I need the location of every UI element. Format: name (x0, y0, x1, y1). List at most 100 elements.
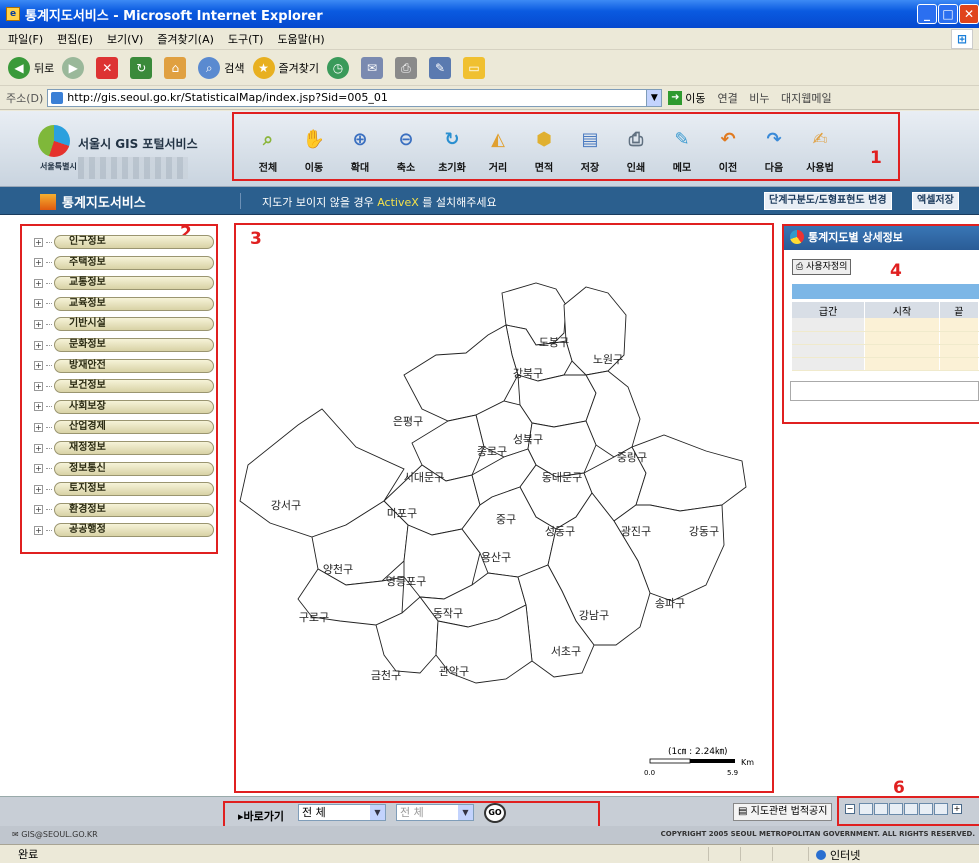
menu-tools[interactable]: 도구(T) (228, 31, 264, 47)
expand-icon[interactable]: + (34, 299, 43, 309)
expand-icon[interactable]: + (34, 443, 43, 453)
expand-icon[interactable]: + (34, 505, 43, 515)
category-label[interactable]: 공공행정 (54, 523, 214, 538)
category-item[interactable]: + 사회보장 (34, 399, 214, 414)
category-label[interactable]: 인구정보 (54, 235, 214, 249)
category-item[interactable]: + 교통정보 (34, 276, 214, 291)
zoom-bar: − + (845, 803, 966, 815)
expand-icon[interactable]: + (34, 237, 43, 247)
expand-icon[interactable]: + (34, 319, 43, 329)
menu-help[interactable]: 도움말(H) (277, 31, 324, 47)
category-label[interactable]: 정보통신 (54, 461, 214, 476)
address-dropdown-button[interactable]: ▼ (646, 88, 663, 107)
subregion-select[interactable]: 전 체 ▼ (396, 804, 474, 821)
forward-button[interactable]: ▶ (62, 56, 88, 79)
category-label[interactable]: 교통정보 (54, 276, 214, 291)
category-item[interactable]: + 방재안전 (34, 358, 214, 373)
legal-notice-button[interactable]: ▤ 지도관련 법적공지 (733, 803, 833, 821)
zoom-level-5[interactable] (919, 803, 933, 815)
close-button[interactable]: ✕ (959, 4, 979, 24)
category-item[interactable]: + 산업경제 (34, 420, 214, 435)
excel-save-button[interactable]: 엑셀저장 (912, 192, 959, 210)
zoom-level-3[interactable] (889, 803, 903, 815)
go-nav-button[interactable]: GO (484, 803, 506, 823)
edit-button[interactable]: ✎ (428, 56, 455, 79)
expand-icon[interactable]: + (34, 278, 43, 288)
seoul-map[interactable]: 도봉구노원구강북구은평구성북구종로구 중랑구서대문구 동대문구강서구마포구 중구성동구… (236, 225, 772, 791)
category-item[interactable]: + 토지정보 (34, 482, 214, 497)
expand-icon[interactable]: + (34, 484, 43, 494)
category-item[interactable]: + 주택정보 (34, 255, 214, 270)
footer-email[interactable]: ✉ GIS@SEOUL.GO.KR (12, 830, 98, 839)
expand-icon[interactable]: + (34, 258, 43, 268)
category-item[interactable]: + 보건정보 (34, 379, 214, 394)
refresh-button[interactable]: ↻ (130, 56, 156, 79)
legend-change-button[interactable]: 단계구분도/도형표현도 변경 (764, 192, 892, 210)
category-item[interactable]: + 공공행정 (34, 523, 214, 538)
region-select[interactable]: 전 체 ▼ (298, 804, 386, 821)
zoom-level-4[interactable] (904, 803, 918, 815)
minimize-button[interactable]: _ (917, 4, 937, 24)
favorites-label: 즐겨찾기 (278, 61, 319, 75)
search-button[interactable]: ⌕ 검색 (198, 56, 245, 79)
category-label[interactable]: 문화정보 (54, 338, 214, 352)
category-label[interactable]: 사회보장 (54, 399, 214, 414)
notice-activex[interactable]: ActiveX (377, 196, 419, 209)
category-label[interactable]: 보건정보 (54, 379, 214, 394)
menu-edit[interactable]: 편집(E) (57, 31, 93, 47)
expand-icon[interactable]: + (34, 464, 43, 474)
scale-max: 5.9 (727, 769, 738, 777)
menu-view[interactable]: 보기(V) (107, 31, 143, 47)
back-button[interactable]: ◀ 뒤로 (8, 56, 54, 79)
link-binu[interactable]: 비누 (749, 92, 769, 105)
category-label[interactable]: 주택정보 (54, 255, 214, 270)
category-label[interactable]: 기반시설 (54, 317, 214, 332)
category-item[interactable]: + 인구정보 (34, 235, 214, 249)
status-divider (808, 847, 809, 861)
messenger-button[interactable]: ▭ (462, 56, 489, 79)
menu-favorites[interactable]: 즐겨찾기(A) (157, 31, 214, 47)
category-item[interactable]: + 정보통신 (34, 461, 214, 476)
zoom-level-6[interactable] (934, 803, 948, 815)
window-title: 통계지도서비스 - Microsoft Internet Explorer (25, 8, 323, 24)
annotation-number-1: 1 (870, 148, 882, 168)
zoom-in-button[interactable]: + (952, 804, 962, 814)
stop-button[interactable]: ✕ (96, 56, 122, 79)
mail-button[interactable]: ✉ (360, 56, 387, 79)
expand-icon[interactable]: + (34, 361, 43, 371)
category-label[interactable]: 환경정보 (54, 502, 214, 517)
activex-notice: 지도가 보이지 않을 경우 ActiveX 를 설치해주세요 (262, 194, 497, 210)
address-input[interactable]: http://gis.seoul.go.kr/StatisticalMap/in… (47, 88, 648, 107)
district-label: 양천구 (323, 562, 353, 576)
home-button[interactable]: ⌂ (164, 56, 190, 79)
category-label[interactable]: 방재안전 (54, 358, 214, 373)
district-boundary[interactable] (631, 434, 747, 512)
category-label[interactable]: 산업경제 (54, 420, 214, 435)
category-item[interactable]: + 재정정보 (34, 441, 214, 455)
history-button[interactable]: ◷ (326, 56, 353, 79)
category-item[interactable]: + 교육정보 (34, 296, 214, 311)
category-label[interactable]: 교육정보 (54, 296, 214, 311)
category-item[interactable]: + 기반시설 (34, 317, 214, 332)
security-zone: 인터넷 (816, 847, 860, 863)
menu-file[interactable]: 파일(F) (8, 31, 43, 47)
zoom-level-2[interactable] (874, 803, 888, 815)
district-label: 성동구 (545, 525, 575, 538)
favorites-button[interactable]: ★ 즐겨찾기 (252, 56, 319, 79)
category-label[interactable]: 토지정보 (54, 482, 214, 497)
category-label[interactable]: 재정정보 (54, 441, 214, 455)
expand-icon[interactable]: + (34, 422, 43, 432)
expand-icon[interactable]: + (34, 402, 43, 412)
zoom-out-button[interactable]: − (845, 804, 855, 814)
site-logo[interactable]: 서울시 GIS 포털서비스 서울특별시 (38, 125, 228, 180)
category-item[interactable]: + 문화정보 (34, 338, 214, 352)
maximize-button[interactable]: □ (938, 4, 958, 24)
print-button[interactable]: ⎙ (394, 56, 421, 79)
link-webmail[interactable]: 대지웹메일 (781, 92, 832, 105)
go-button[interactable]: ➜ 이동 (668, 90, 706, 106)
expand-icon[interactable]: + (34, 525, 43, 535)
expand-icon[interactable]: + (34, 381, 43, 391)
zoom-level-1[interactable] (859, 803, 873, 815)
expand-icon[interactable]: + (34, 340, 43, 350)
category-item[interactable]: + 환경정보 (34, 502, 214, 517)
